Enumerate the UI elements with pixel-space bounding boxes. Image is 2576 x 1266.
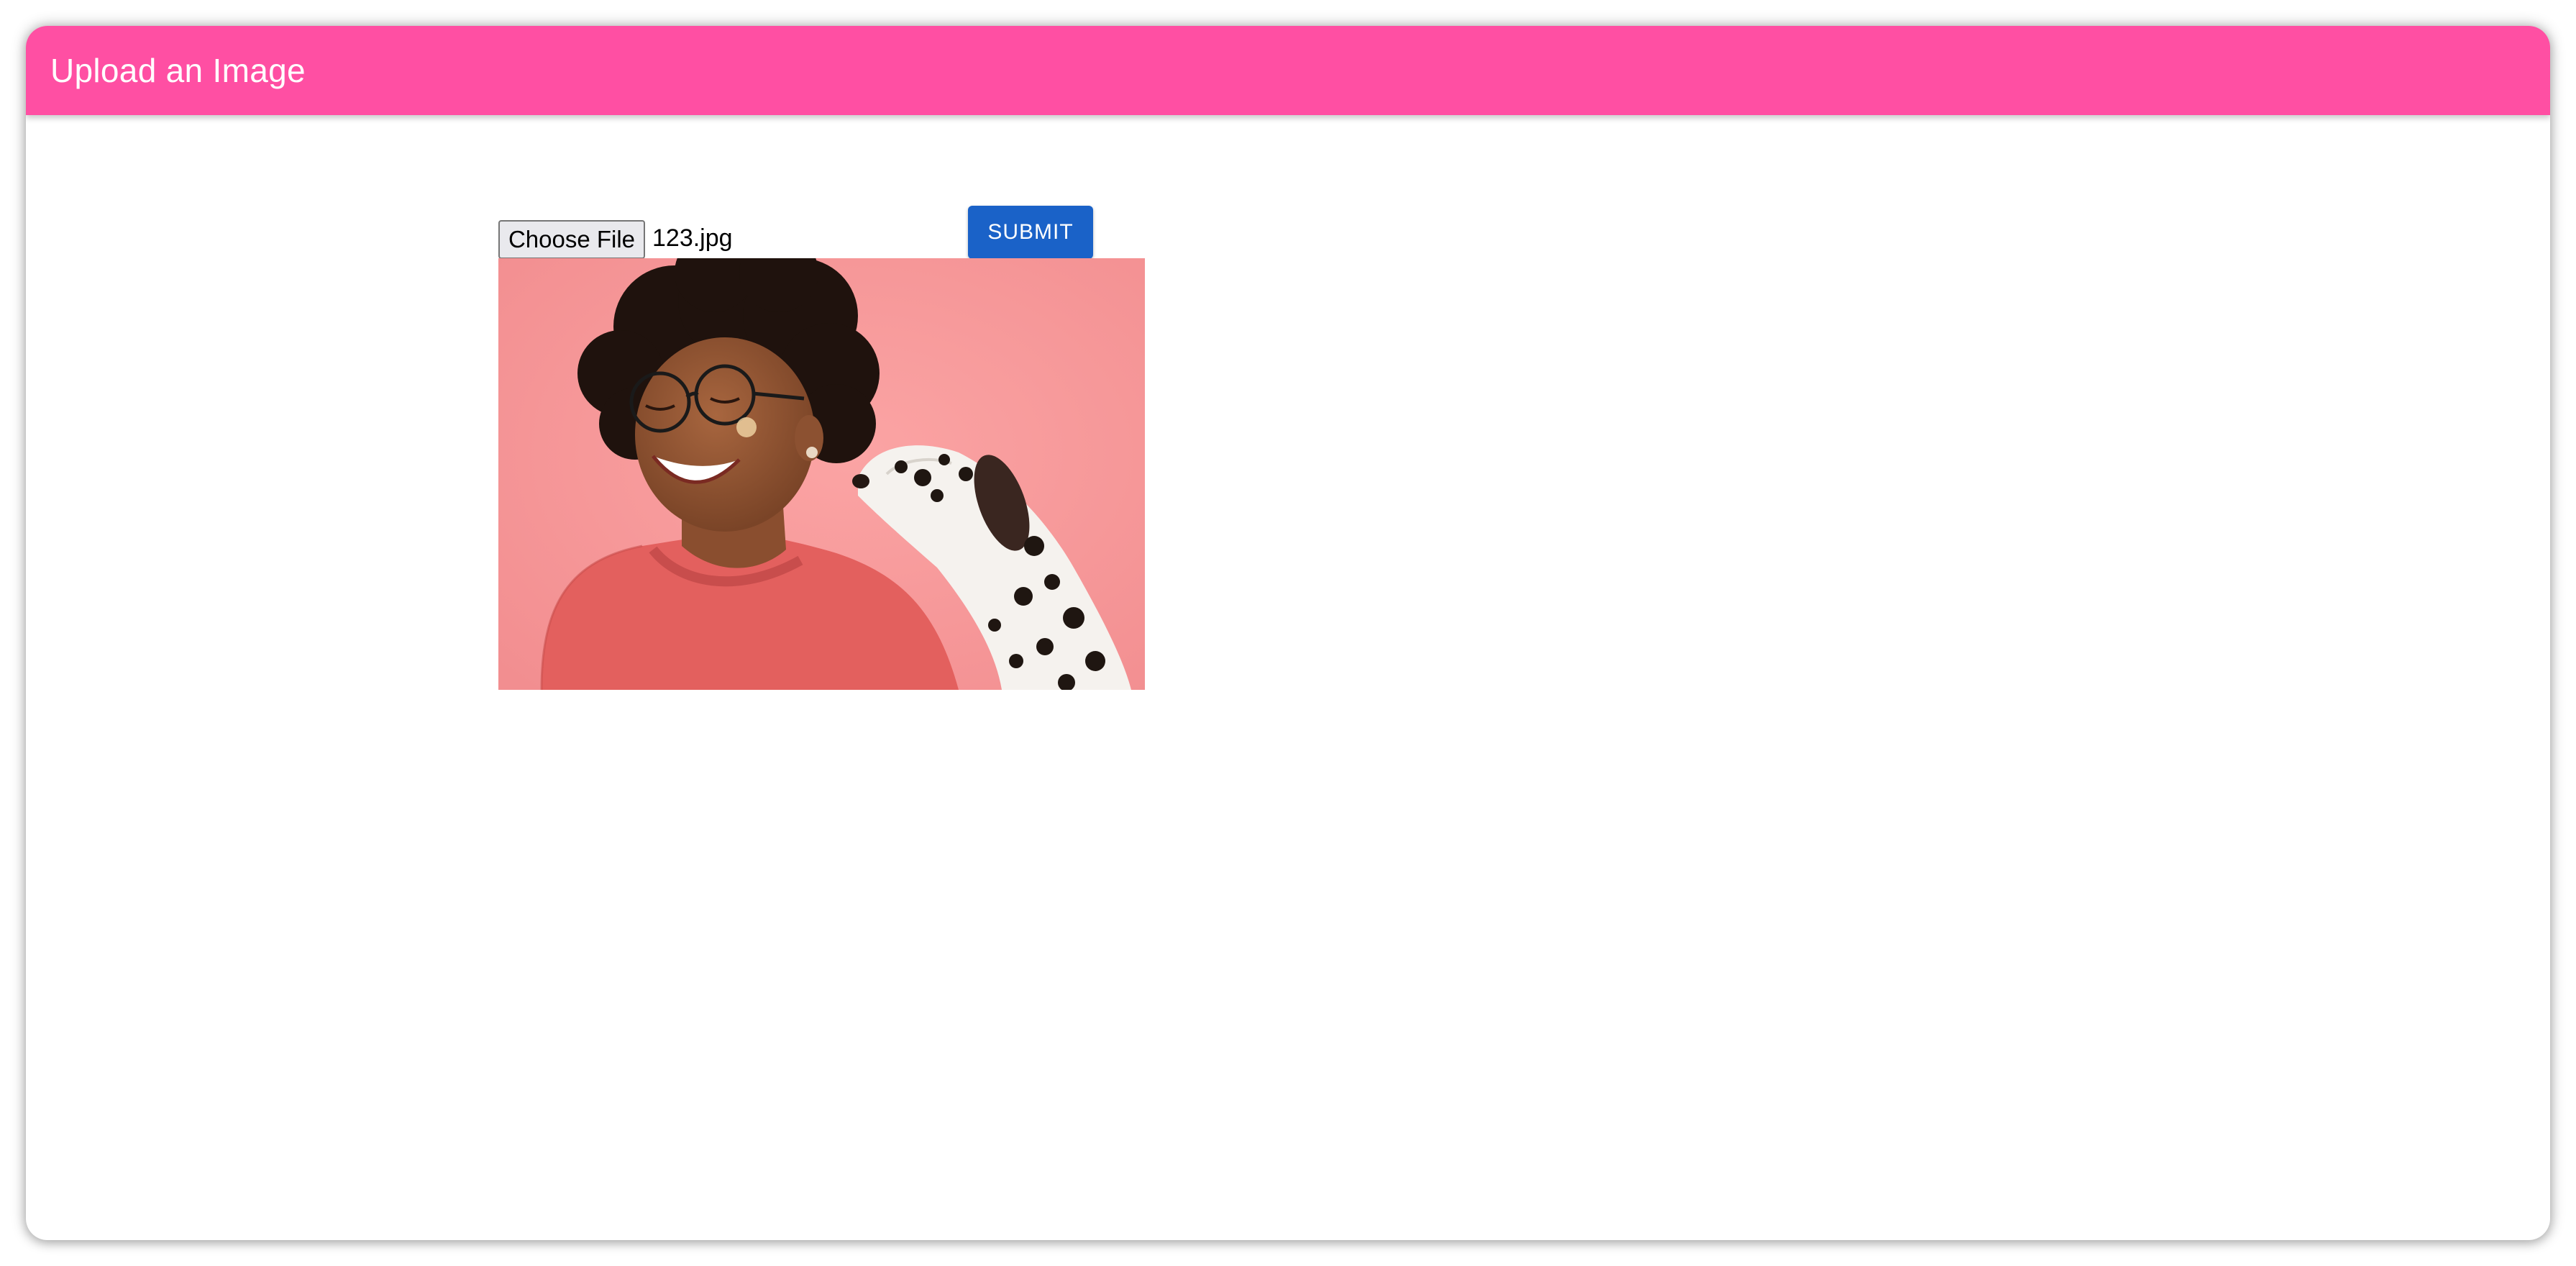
page-title: Upload an Image [50,52,306,89]
app-bar: Upload an Image [26,26,2550,115]
submit-button[interactable]: SUBMIT [968,206,1093,259]
image-preview [498,258,1145,690]
choose-file-button[interactable]: Choose File [498,220,645,259]
upload-form: Choose File 123.jpg SUBMIT [498,206,1095,265]
app-window: Upload an Image Choose File 123.jpg SUBM… [26,26,2550,1240]
selected-file-name: 123.jpg [652,224,733,252]
file-input[interactable]: Choose File 123.jpg [498,206,943,265]
